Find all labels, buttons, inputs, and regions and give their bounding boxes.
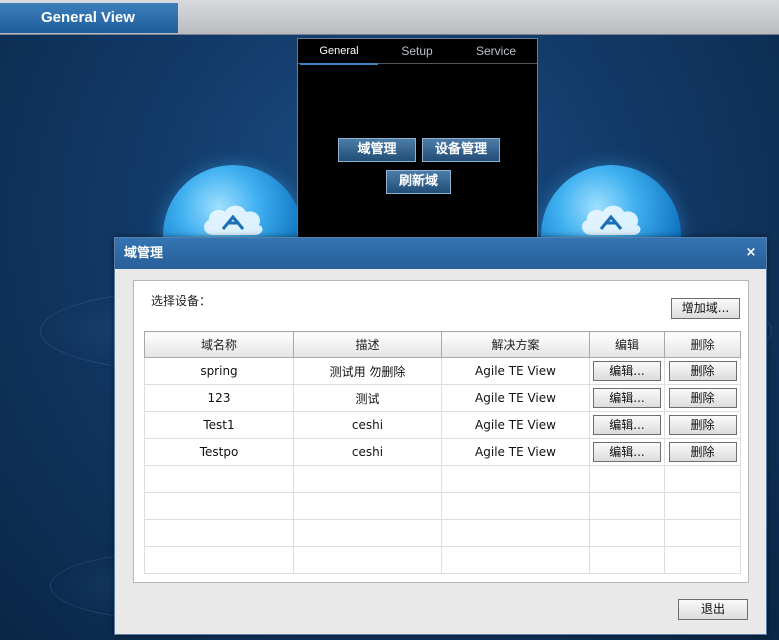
exit-button[interactable]: 退出 [678, 599, 748, 620]
desktop-background: General View General Setup Service 域管理 设… [0, 0, 779, 640]
empty-cell [589, 519, 665, 547]
empty-cell [589, 465, 665, 493]
cell-description: 测试 [293, 384, 442, 412]
cell-solution: Agile TE View [441, 384, 590, 412]
tab-setup[interactable]: Setup [378, 39, 456, 63]
column-header-domain-name[interactable]: 域名称 [144, 331, 294, 358]
domain-manage-button[interactable]: 域管理 [338, 138, 416, 162]
table-header-row: 域名称 描述 解决方案 编辑 删除 [144, 331, 741, 358]
empty-cell [144, 492, 294, 520]
cell-edit: 编辑... [589, 384, 665, 412]
empty-cell [293, 492, 442, 520]
cell-domain-name: Test1 [144, 411, 294, 439]
cell-delete: 删除 [664, 411, 741, 439]
edit-button[interactable]: 编辑... [593, 442, 661, 462]
delete-button[interactable]: 删除 [668, 388, 737, 408]
cell-description: ceshi [293, 438, 442, 466]
column-header-edit[interactable]: 编辑 [589, 331, 665, 358]
empty-cell [589, 546, 665, 574]
empty-cell [664, 465, 741, 493]
column-header-description[interactable]: 描述 [293, 331, 442, 358]
empty-cell [144, 519, 294, 547]
cell-description: ceshi [293, 411, 442, 439]
delete-button[interactable]: 删除 [668, 361, 737, 381]
cell-solution: Agile TE View [441, 411, 590, 439]
empty-cell [589, 492, 665, 520]
empty-table-row [144, 492, 741, 520]
cell-delete: 删除 [664, 384, 741, 412]
refresh-domain-button[interactable]: 刷新域 [386, 170, 451, 194]
cell-edit: 编辑... [589, 438, 665, 466]
empty-cell [664, 519, 741, 547]
empty-cell [441, 492, 590, 520]
empty-cell [441, 465, 590, 493]
empty-cell [664, 546, 741, 574]
empty-cell [293, 546, 442, 574]
empty-cell [293, 465, 442, 493]
domain-table: 域名称 描述 解决方案 编辑 删除 spring 测试用 勿删除 Agile T… [144, 331, 741, 574]
table-row[interactable]: spring 测试用 勿删除 Agile TE View 编辑... 删除 [144, 357, 741, 385]
top-bar: General View [0, 0, 779, 35]
cell-edit: 编辑... [589, 357, 665, 385]
empty-cell [664, 492, 741, 520]
app-title: General View [0, 3, 178, 33]
empty-cell [144, 546, 294, 574]
delete-button[interactable]: 删除 [668, 415, 737, 435]
empty-cell [293, 519, 442, 547]
empty-cell [144, 465, 294, 493]
edit-button[interactable]: 编辑... [593, 388, 661, 408]
delete-button[interactable]: 删除 [668, 442, 737, 462]
close-icon[interactable]: × [744, 246, 758, 260]
dialog-title: 域管理 [124, 246, 164, 261]
tab-service[interactable]: Service [456, 39, 536, 63]
tab-general[interactable]: General [300, 39, 378, 65]
dialog-titlebar: 域管理 [115, 238, 766, 269]
cell-domain-name: spring [144, 357, 294, 385]
cell-domain-name: 123 [144, 384, 294, 412]
empty-table-row [144, 465, 741, 493]
cell-delete: 删除 [664, 357, 741, 385]
cell-solution: Agile TE View [441, 438, 590, 466]
table-row[interactable]: 123 测试 Agile TE View 编辑... 删除 [144, 384, 741, 412]
table-row[interactable]: Testpo ceshi Agile TE View 编辑... 删除 [144, 438, 741, 466]
cell-delete: 删除 [664, 438, 741, 466]
empty-table-row [144, 519, 741, 547]
domain-manage-dialog: 域管理 × 选择设备： 增加域... 域名称 描述 解决方案 编辑 删除 spr… [114, 237, 767, 635]
add-domain-button[interactable]: 增加域... [671, 298, 740, 319]
device-manage-button[interactable]: 设备管理 [422, 138, 500, 162]
cell-domain-name: Testpo [144, 438, 294, 466]
cell-solution: Agile TE View [441, 357, 590, 385]
empty-cell [441, 519, 590, 547]
empty-table-row [144, 546, 741, 574]
general-menu-panel: General Setup Service 域管理 设备管理 刷新域 [297, 38, 538, 243]
column-header-solution[interactable]: 解决方案 [441, 331, 590, 358]
cell-edit: 编辑... [589, 411, 665, 439]
select-device-label: 选择设备： [151, 294, 212, 308]
edit-button[interactable]: 编辑... [593, 361, 661, 381]
menu-tab-bar: General Setup Service [298, 39, 537, 65]
dialog-content: 选择设备： 增加域... 域名称 描述 解决方案 编辑 删除 spring 测试… [133, 280, 749, 583]
column-header-delete[interactable]: 删除 [664, 331, 741, 358]
empty-cell [441, 546, 590, 574]
cell-description: 测试用 勿删除 [293, 357, 442, 385]
table-row[interactable]: Test1 ceshi Agile TE View 编辑... 删除 [144, 411, 741, 439]
edit-button[interactable]: 编辑... [593, 415, 661, 435]
